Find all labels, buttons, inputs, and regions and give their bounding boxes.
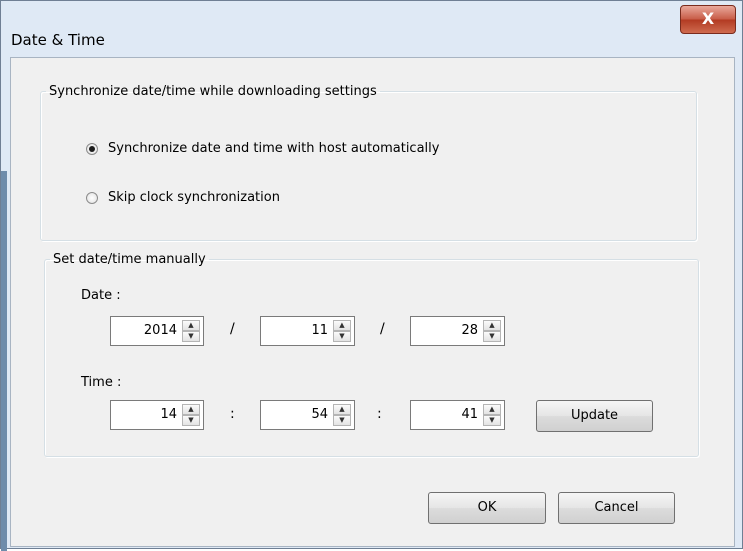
time-separator: : — [230, 406, 235, 422]
spin-down-icon[interactable]: ▼ — [333, 331, 351, 342]
update-button[interactable]: Update — [536, 400, 653, 432]
sync-groupbox-legend: Synchronize date/time while downloading … — [49, 84, 377, 99]
spin-down-icon[interactable]: ▼ — [333, 415, 351, 426]
manual-groupbox-legend: Set date/time manually — [53, 252, 206, 267]
radio-button-checked[interactable] — [86, 142, 98, 155]
second-spinbox[interactable]: 41 ▲ ▼ — [410, 400, 505, 430]
month-spinbox[interactable]: 11 ▲ ▼ — [260, 316, 355, 346]
spin-up-icon[interactable]: ▲ — [333, 320, 351, 331]
radio-sync-auto-label: Synchronize date and time with host auto… — [108, 141, 440, 156]
sync-groupbox: Synchronize date/time while downloading … — [40, 84, 697, 241]
time-separator: : — [377, 406, 382, 422]
month-value: 11 — [311, 323, 328, 338]
spin-down-icon[interactable]: ▼ — [182, 331, 200, 342]
title-bar[interactable]: Date & Time X — [2, 2, 743, 56]
minute-spinbox[interactable]: 54 ▲ ▼ — [260, 400, 355, 430]
spin-up-icon[interactable]: ▲ — [483, 320, 501, 331]
spin-up-icon[interactable]: ▲ — [483, 404, 501, 415]
spin-up-icon[interactable]: ▲ — [182, 320, 200, 331]
close-icon: X — [701, 9, 715, 28]
spin-down-icon[interactable]: ▼ — [483, 331, 501, 342]
ok-button[interactable]: OK — [428, 492, 546, 524]
hour-value: 14 — [160, 407, 177, 422]
window-title: Date & Time — [11, 31, 105, 49]
spin-down-icon[interactable]: ▼ — [182, 415, 200, 426]
window-edge-accent — [1, 171, 7, 551]
time-label: Time : — [81, 375, 122, 390]
year-spinbox[interactable]: 2014 ▲ ▼ — [110, 316, 204, 346]
date-label: Date : — [81, 288, 121, 303]
minute-value: 54 — [311, 407, 328, 422]
spin-up-icon[interactable]: ▲ — [333, 404, 351, 415]
dialog-body: Synchronize date/time while downloading … — [10, 57, 735, 547]
hour-spinbox[interactable]: 14 ▲ ▼ — [110, 400, 204, 430]
dialog-window: Date & Time X Synchronize date/time whil… — [0, 0, 743, 551]
radio-button-unchecked[interactable] — [86, 191, 98, 204]
radio-skip-sync-label: Skip clock synchronization — [108, 190, 280, 205]
day-value: 28 — [461, 323, 478, 338]
second-value: 41 — [461, 407, 478, 422]
day-spinbox[interactable]: 28 ▲ ▼ — [410, 316, 505, 346]
radio-sync-auto[interactable]: Synchronize date and time with host auto… — [86, 141, 439, 156]
radio-skip-sync[interactable]: Skip clock synchronization — [86, 190, 280, 205]
close-button[interactable]: X — [680, 5, 736, 34]
date-separator: / — [230, 321, 235, 337]
spin-up-icon[interactable]: ▲ — [182, 404, 200, 415]
year-value: 2014 — [143, 323, 177, 338]
cancel-button[interactable]: Cancel — [558, 492, 675, 524]
spin-down-icon[interactable]: ▼ — [483, 415, 501, 426]
date-separator: / — [380, 321, 385, 337]
